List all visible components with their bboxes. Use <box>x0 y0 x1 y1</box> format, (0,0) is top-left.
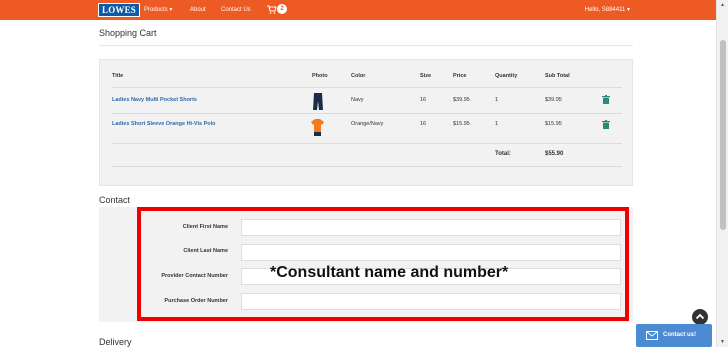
cart-item-quantity[interactable]: 1 <box>495 121 498 127</box>
row-divider <box>112 166 622 167</box>
cart-item-price: $15.95 <box>453 121 470 127</box>
scroll-down-arrow-icon[interactable]: ▼ <box>720 339 725 345</box>
trash-icon[interactable] <box>602 95 610 104</box>
page: LOWES Products ▾ About Contact Us 2 Hell… <box>0 0 728 347</box>
col-color: Color <box>351 73 366 79</box>
navy-shorts-icon <box>313 93 323 110</box>
consultant-annotation: *Consultant name and number* <box>270 264 509 281</box>
section-divider <box>99 45 633 46</box>
chevron-up-icon <box>695 313 705 320</box>
cart-icon[interactable] <box>267 5 277 14</box>
row-divider <box>112 143 622 144</box>
total-value: $55.90 <box>545 151 564 157</box>
cart-item-subtotal: $39.95 <box>545 97 562 103</box>
col-quantity: Quantity <box>495 73 518 79</box>
envelope-icon <box>646 331 658 340</box>
col-subtotal: Sub Total <box>545 73 570 79</box>
user-account-menu[interactable]: Hello, S884411 ▾ <box>585 6 630 14</box>
nav-contact-link[interactable]: Contact Us <box>221 6 251 14</box>
cart-item-color: Navy <box>351 97 364 103</box>
cart-item-title[interactable]: Ladies Short Sleeve Orange Hi-Vis Polo <box>112 121 216 127</box>
cart-item-color: Orange/Navy <box>351 121 384 127</box>
col-photo: Photo <box>312 73 328 79</box>
cart-table: Title Photo Color Size Price Quantity Su… <box>99 59 633 186</box>
scroll-to-top-button[interactable] <box>692 309 708 325</box>
total-label: Total: <box>495 151 511 157</box>
col-price: Price <box>453 73 467 79</box>
contact-us-label: Contact us! <box>663 332 696 338</box>
col-title: Title <box>112 73 124 79</box>
contact-us-button[interactable]: Contact us! <box>636 324 712 347</box>
cart-item-price: $39.95 <box>453 97 470 103</box>
top-navbar: LOWES Products ▾ About Contact Us 2 Hell… <box>0 0 716 20</box>
lowes-logo[interactable]: LOWES <box>98 3 141 17</box>
cart-item-title[interactable]: Ladies Navy Multi Pocket Shorts <box>112 97 197 103</box>
scroll-up-arrow-icon[interactable]: ▲ <box>720 2 725 8</box>
nav-about-link[interactable]: About <box>190 6 206 14</box>
shopping-cart-heading: Shopping Cart <box>99 28 157 38</box>
page-scrollbar[interactable]: ▲ ▼ <box>716 0 728 347</box>
delivery-heading: Delivery <box>99 337 132 347</box>
nav-products-menu[interactable]: Products ▾ <box>144 6 172 14</box>
cart-item-subtotal: $15.95 <box>545 121 562 127</box>
row-divider <box>112 113 622 114</box>
orange-polo-icon <box>311 119 324 136</box>
cart-item-size: 16 <box>420 121 427 127</box>
cart-count-badge: 2 <box>277 4 287 14</box>
row-divider <box>112 87 622 88</box>
cart-item-quantity[interactable]: 1 <box>495 97 498 103</box>
scroll-thumb[interactable] <box>720 40 726 230</box>
cart-item-size: 16 <box>420 97 427 103</box>
col-size: Size <box>420 73 432 79</box>
trash-icon[interactable] <box>602 120 610 129</box>
contact-heading: Contact <box>99 195 131 205</box>
